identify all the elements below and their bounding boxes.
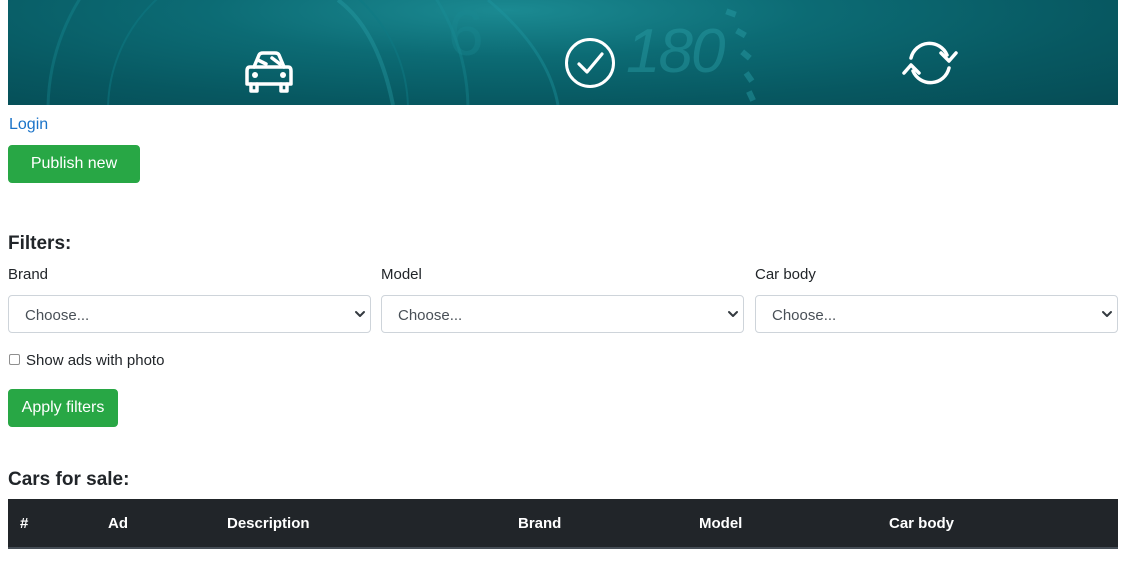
- login-link[interactable]: Login: [9, 116, 48, 134]
- column-header-number: #: [20, 515, 29, 532]
- svg-text:6: 6: [448, 0, 484, 69]
- check-circle-icon: [565, 38, 615, 88]
- model-select[interactable]: Choose...: [381, 295, 744, 333]
- chevron-down-icon: [355, 311, 365, 317]
- column-header-description: Description: [227, 515, 310, 532]
- car-icon: [245, 51, 293, 93]
- column-header-brand: Brand: [518, 515, 562, 532]
- car-body-select[interactable]: Choose...: [755, 295, 1118, 333]
- chevron-down-icon: [728, 311, 738, 317]
- brand-select[interactable]: Choose...: [8, 295, 371, 333]
- cars-table-header: # Ad Description Brand Model Car body: [8, 499, 1118, 549]
- model-label: Model: [381, 266, 422, 283]
- chevron-down-icon: [1102, 311, 1112, 317]
- brand-label: Brand: [8, 266, 49, 283]
- cars-for-sale-title: Cars for sale:: [8, 469, 130, 490]
- header-banner: 6 180: [8, 0, 1118, 105]
- model-select-value: Choose...: [398, 307, 463, 324]
- column-header-car-body: Car body: [889, 515, 955, 532]
- show-photo-checkbox[interactable]: [9, 354, 20, 365]
- refresh-icon: [902, 41, 958, 85]
- column-header-model: Model: [699, 515, 743, 532]
- filters-title: Filters:: [8, 233, 72, 254]
- banner-speed-text: 180: [626, 17, 725, 86]
- page: 6 180 Login Publish new ad Filters: Bran…: [0, 0, 1127, 577]
- publish-new-ad-button[interactable]: Publish new ad: [8, 145, 140, 208]
- car-body-select-value: Choose...: [772, 307, 837, 324]
- show-photo-label[interactable]: Show ads with photo: [26, 352, 164, 369]
- apply-filters-button[interactable]: Apply filters: [8, 389, 118, 427]
- brand-select-value: Choose...: [25, 307, 90, 324]
- column-header-ad: Ad: [108, 515, 128, 532]
- car-body-label: Car body: [755, 266, 816, 283]
